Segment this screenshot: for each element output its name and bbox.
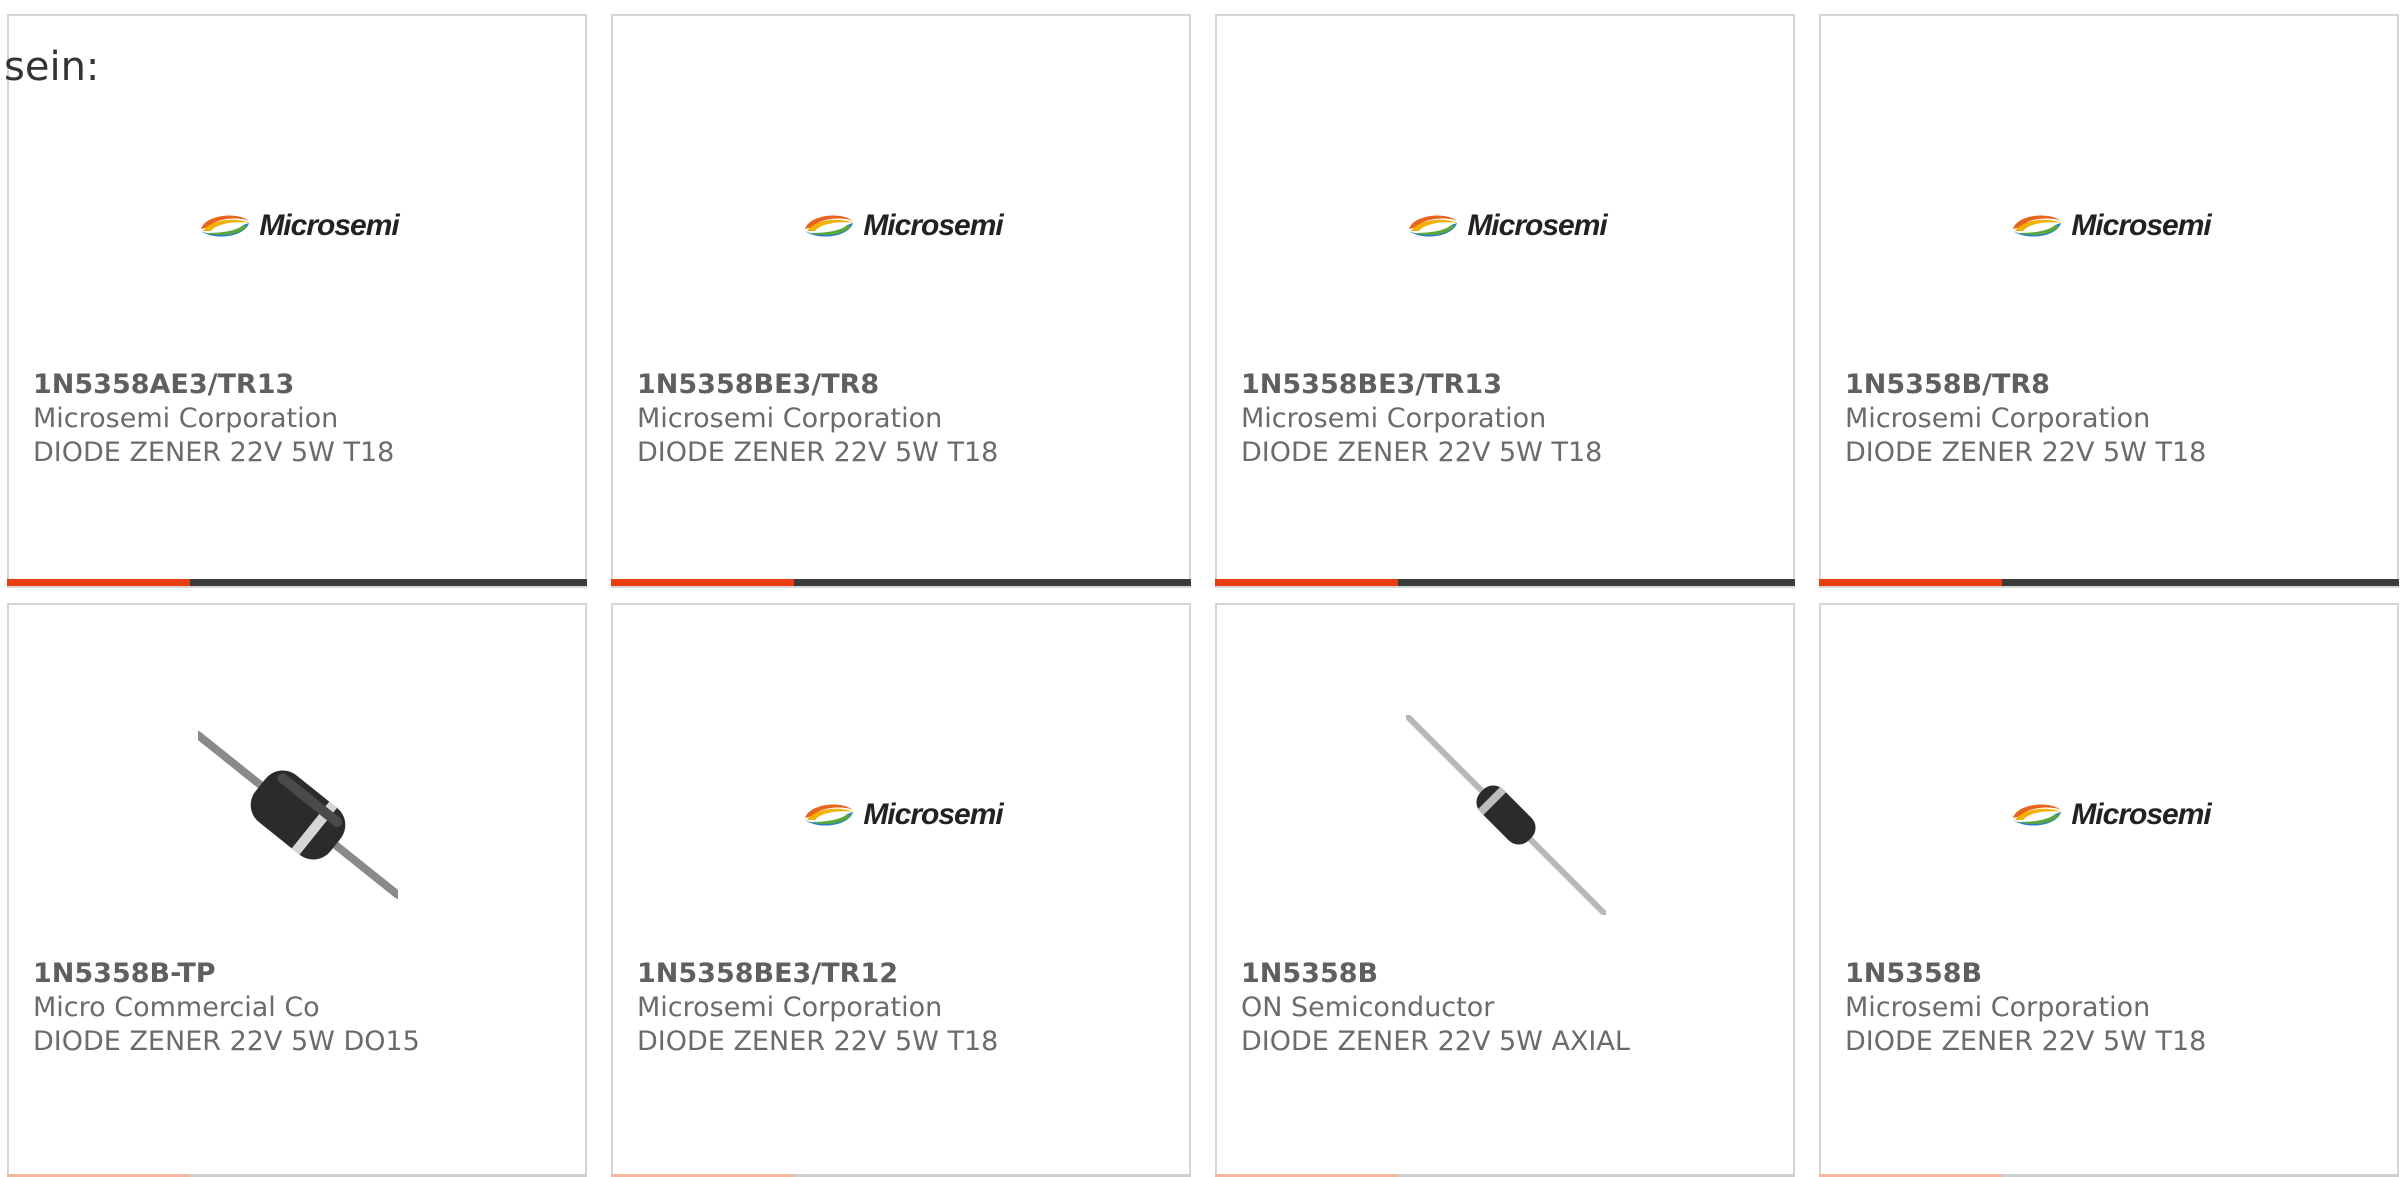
product-image: Microsemi xyxy=(2009,715,2212,915)
product-image xyxy=(198,715,398,915)
part-number-link[interactable]: 1N5358BE3/TR13 xyxy=(1241,368,1783,402)
manufacturer-name: Microsemi Corporation xyxy=(637,403,943,434)
microsemi-swirl-icon xyxy=(1409,215,1458,237)
diode-do15-photo xyxy=(198,731,398,899)
manufacturer-name: ON Semiconductor xyxy=(1241,992,1495,1023)
part-number-link[interactable]: 1N5358B xyxy=(1845,957,2387,991)
microsemi-logo: Microsemi xyxy=(801,798,1004,832)
microsemi-logo: Microsemi xyxy=(197,209,400,243)
product-card[interactable]: Microsemi 1N5358B Microsemi Corporation … xyxy=(1819,603,2399,1177)
product-description: DIODE ZENER 22V 5W T18 xyxy=(1845,437,2207,468)
logo-word: Microsemi xyxy=(863,209,1003,242)
part-number-link[interactable]: 1N5358AE3/TR13 xyxy=(33,368,575,402)
part-number-link[interactable]: 1N5358B-TP xyxy=(33,957,575,991)
product-grid: Microsemi 1N5358AE3/TR13 Microsemi Corpo… xyxy=(0,0,2400,1177)
product-card[interactable]: Microsemi 1N5358BE3/TR13 Microsemi Corpo… xyxy=(1215,14,1795,588)
product-image: Microsemi xyxy=(801,126,1004,326)
part-number-link[interactable]: 1N5358B xyxy=(1241,957,1783,991)
product-card[interactable]: Microsemi 1N5358BE3/TR12 Microsemi Corpo… xyxy=(611,603,1191,1177)
product-card[interactable]: Microsemi 1N5358AE3/TR13 Microsemi Corpo… xyxy=(7,14,587,588)
manufacturer-name: Microsemi Corporation xyxy=(637,992,943,1023)
microsemi-swirl-icon xyxy=(201,215,250,237)
microsemi-logo: Microsemi xyxy=(2009,209,2212,243)
product-description: DIODE ZENER 22V 5W T18 xyxy=(1241,437,1603,468)
product-description: DIODE ZENER 22V 5W T18 xyxy=(637,437,999,468)
logo-word: Microsemi xyxy=(259,209,399,242)
microsemi-logo: Microsemi xyxy=(1405,209,1608,243)
card-accent-bar xyxy=(1215,579,1795,586)
diode-axial-photo xyxy=(1406,715,1606,915)
card-accent-bar xyxy=(1819,579,2399,586)
product-card[interactable]: Microsemi 1N5358BE3/TR8 Microsemi Corpor… xyxy=(611,14,1191,588)
microsemi-swirl-icon xyxy=(805,804,854,826)
microsemi-swirl-icon xyxy=(2013,215,2062,237)
logo-word: Microsemi xyxy=(2071,798,2211,831)
manufacturer-name: Microsemi Corporation xyxy=(1845,992,2151,1023)
product-description: DIODE ZENER 22V 5W DO15 xyxy=(33,1026,420,1057)
product-card[interactable]: 1N5358B-TP Micro Commercial Co DIODE ZEN… xyxy=(7,603,587,1177)
logo-word: Microsemi xyxy=(2071,209,2211,242)
logo-word: Microsemi xyxy=(863,798,1003,831)
part-number-link[interactable]: 1N5358B/TR8 xyxy=(1845,368,2387,402)
product-image: Microsemi xyxy=(801,715,1004,915)
manufacturer-name: Microsemi Corporation xyxy=(1241,403,1547,434)
intro-text: sein: xyxy=(4,44,100,90)
product-description: DIODE ZENER 22V 5W AXIAL xyxy=(1241,1026,1630,1057)
product-card[interactable]: Microsemi 1N5358B/TR8 Microsemi Corporat… xyxy=(1819,14,2399,588)
product-image xyxy=(1406,715,1606,915)
microsemi-swirl-icon xyxy=(2013,804,2062,826)
product-image: Microsemi xyxy=(2009,126,2212,326)
manufacturer-name: Microsemi Corporation xyxy=(33,403,339,434)
product-card[interactable]: 1N5358B ON Semiconductor DIODE ZENER 22V… xyxy=(1215,603,1795,1177)
manufacturer-name: Microsemi Corporation xyxy=(1845,403,2151,434)
microsemi-logo: Microsemi xyxy=(801,209,1004,243)
card-accent-bar xyxy=(611,579,1191,586)
card-accent-bar xyxy=(7,579,587,586)
microsemi-swirl-icon xyxy=(805,215,854,237)
product-description: DIODE ZENER 22V 5W T18 xyxy=(637,1026,999,1057)
product-image: Microsemi xyxy=(197,126,400,326)
product-description: DIODE ZENER 22V 5W T18 xyxy=(1845,1026,2207,1057)
product-description: DIODE ZENER 22V 5W T18 xyxy=(33,437,395,468)
logo-word: Microsemi xyxy=(1467,209,1607,242)
part-number-link[interactable]: 1N5358BE3/TR12 xyxy=(637,957,1179,991)
manufacturer-name: Micro Commercial Co xyxy=(33,992,320,1023)
product-image: Microsemi xyxy=(1405,126,1608,326)
part-number-link[interactable]: 1N5358BE3/TR8 xyxy=(637,368,1179,402)
microsemi-logo: Microsemi xyxy=(2009,798,2212,832)
